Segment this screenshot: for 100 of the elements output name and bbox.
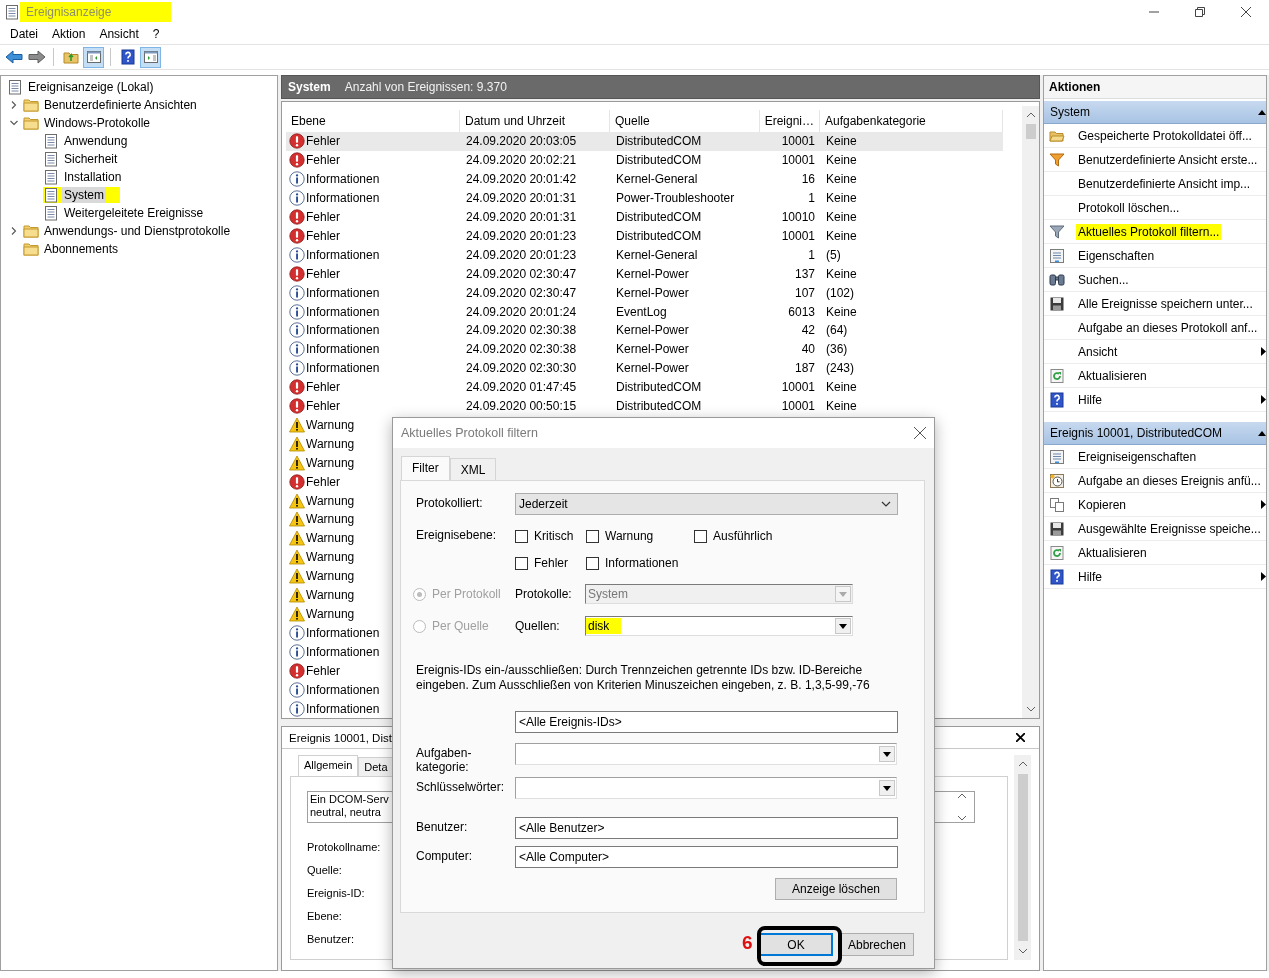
table-cell-text: 24.09.2020 01:47:45 [465,379,578,397]
table-cell-text: 10001 [780,133,816,151]
hint-text: Ereignis-IDs ein-/ausschließen: Durch Trennzeichen getrennte IDs bzw. ID-Bereiche eingeben. Zum Ausschließen von Kriterien Minuszeichen eingeben, z. B. 1,3,5-99,-76 [416,663,871,693]
window-title: Ereignisanzeige [20,2,172,22]
table-cell-text: (102) [825,284,855,302]
table-cell-text: 24.09.2020 20:01:24 [465,303,578,321]
table-cell: Fehler [306,663,340,678]
table-cell-text: 1 [807,246,816,264]
field-label: Protokolle: [515,587,573,601]
table-cell: Fehler [306,228,340,243]
table-cell: Fehler [306,474,340,489]
table-cell-text: 24.09.2020 20:02:21 [465,152,578,170]
table-cell: Informationen [306,682,380,697]
table-cell: Informationen [306,285,380,300]
field-label: Quellen: [515,619,561,633]
table-cell-text: 24.09.2020 20:01:42 [465,171,578,189]
field-label: Benutzer: [307,933,355,945]
table-cell: Informationen [306,191,380,206]
table-cell-text: Keine [825,265,858,283]
table-cell-text: 10001 [780,227,816,245]
table-cell: Warnung [306,550,355,565]
table-cell-text: 24.09.2020 20:01:31 [465,190,578,208]
table-cell-text: 24.09.2020 20:01:23 [465,246,578,264]
table-cell: Warnung [306,417,355,432]
table-cell: Informationen [306,323,380,338]
table-cell: Warnung [306,569,355,584]
table-cell: Informationen [306,304,380,319]
table-cell-text: (36) [825,341,849,359]
table-cell-text: Kernel-General [615,246,699,264]
table-cell-text: Kernel-General [615,171,699,189]
table-cell: Warnung [306,531,355,546]
table-cell-text: 24.09.2020 02:30:47 [465,265,578,283]
log-title: System [288,80,331,94]
table-cell-text: 24.09.2020 20:03:05 [465,133,578,151]
table-cell-text: 10001 [780,379,816,397]
table-cell: Fehler [306,399,340,414]
table-cell: Informationen [306,342,380,357]
table-cell-text: Keine [825,303,858,321]
table-cell-text: DistributedCOM [615,379,703,397]
table-cell-text: Keine [825,227,858,245]
table-cell-text: Power-Troubleshooter [615,190,736,208]
table-cell-text: 24.09.2020 02:30:47 [465,284,578,302]
table-cell-text: 24.09.2020 02:30:38 [465,341,578,359]
table-cell: Warnung [306,455,355,470]
field-label: Protokollname: [307,841,381,853]
table-cell-text: 24.09.2020 20:01:31 [465,208,578,226]
table-cell-text: 16 [800,171,816,189]
table-cell-text: Kernel-Power [615,322,690,340]
table-cell-text: 6013 [787,303,816,321]
table-cell-text: Keine [825,190,858,208]
table-cell: Warnung [306,512,355,527]
table-cell-text: (64) [825,322,849,340]
table-cell-text: 107 [793,284,816,302]
field-label: Aufgaben-kategorie: [416,746,473,774]
table-cell: Warnung [306,493,355,508]
table-cell: Fehler [306,134,340,149]
field-label: Benutzer: [416,819,469,834]
table-cell-text: 137 [793,265,816,283]
table-cell-text: 10001 [780,398,816,416]
table-cell: Fehler [306,380,340,395]
table-cell: Informationen [306,644,380,659]
table-cell: Fehler [306,209,340,224]
message-text: Ein DCOM-Serv [310,793,389,805]
table-cell-text: DistributedCOM [615,208,703,226]
table-cell-text: 24.09.2020 00:50:15 [465,398,578,416]
details-title: Ereignis 10001, Dist [289,731,392,744]
table-cell-text: Kernel-Power [615,341,690,359]
table-cell-text: 24.09.2020 02:30:30 [465,360,578,378]
table-cell-text: DistributedCOM [615,152,703,170]
table-cell-text: (243) [825,360,855,378]
field-label: Protokolliert: [416,495,484,510]
table-cell-text: Keine [825,133,858,151]
table-cell: Warnung [306,436,355,451]
table-cell-text: DistributedCOM [615,398,703,416]
table-cell-text: DistributedCOM [615,133,703,151]
field-label: Ereignisebene: [416,527,498,542]
table-cell-text: 24.09.2020 20:01:23 [465,227,578,245]
table-cell-text: 24.09.2020 02:30:38 [465,322,578,340]
table-cell: Fehler [306,266,340,281]
annotation-number: 6 [742,932,753,954]
field-label: Ebene: [307,910,342,922]
table-cell: Fehler [306,153,340,168]
pane-title: Aktionen [1044,76,1266,99]
field-label: Ereignis-ID: [307,887,365,899]
table-cell: Warnung [306,588,355,603]
field-label: Schlüsselwörter: [416,779,506,794]
table-cell: Warnung [306,607,355,621]
table-cell: Informationen [306,701,380,716]
field-label: Quelle: [307,864,342,876]
table-cell: Informationen [306,172,380,187]
field-label: Computer: [416,848,474,863]
table-cell-text: Kernel-Power [615,284,690,302]
table-cell-text: Kernel-Power [615,265,690,283]
table-cell-text: Keine [825,208,858,226]
table-cell: Informationen [306,361,380,376]
table-cell-text: 187 [793,360,816,378]
event-count: Anzahl von Ereignissen: 9.370 [344,80,507,94]
table-cell: Informationen [306,625,380,640]
table-cell-text: Keine [825,152,858,170]
table-cell-text: 1 [807,190,816,208]
